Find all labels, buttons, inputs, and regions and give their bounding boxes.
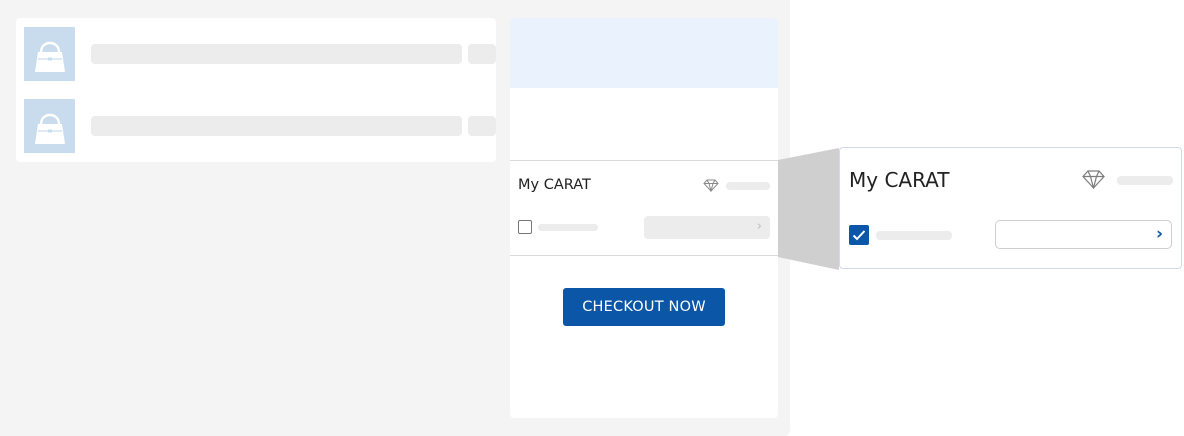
use-carat-checkbox-checked[interactable] — [849, 225, 869, 245]
item-title-placeholder — [91, 116, 462, 136]
use-carat-checkbox[interactable] — [518, 220, 532, 234]
handbag-icon — [34, 113, 65, 144]
checkbox-label-placeholder — [538, 224, 598, 231]
handbag-icon — [34, 41, 65, 72]
checkbox-label-placeholder — [876, 231, 952, 240]
check-icon — [852, 230, 866, 241]
diamond-icon — [1082, 170, 1105, 189]
zoom-callout-my-carat: My CARAT › — [839, 147, 1182, 269]
order-summary-panel: My CARAT › CHECKOUT NOW — [510, 18, 778, 418]
cart-item-row[interactable] — [24, 27, 496, 81]
divider — [510, 255, 778, 256]
product-thumbnail — [24, 99, 75, 153]
cart-items-card — [16, 18, 496, 162]
chevron-right-icon: › — [756, 219, 762, 234]
summary-header-placeholder — [510, 18, 778, 88]
divider — [510, 160, 778, 161]
zoom-connector — [778, 148, 839, 270]
carat-balance-placeholder — [1117, 176, 1173, 185]
checkout-now-button[interactable]: CHECKOUT NOW — [563, 288, 725, 326]
chevron-right-icon: › — [1155, 224, 1163, 244]
item-price-placeholder — [468, 44, 496, 64]
my-carat-title: My CARAT — [849, 168, 950, 192]
item-title-placeholder — [91, 44, 462, 64]
diamond-icon — [703, 179, 719, 192]
carat-redeem-field[interactable]: › — [995, 220, 1172, 249]
product-thumbnail — [24, 27, 75, 81]
my-carat-title: My CARAT — [518, 177, 591, 193]
carat-balance-placeholder — [726, 182, 770, 190]
carat-redeem-field[interactable]: › — [644, 216, 770, 239]
item-price-placeholder — [468, 116, 496, 136]
cart-item-row[interactable] — [24, 99, 496, 153]
